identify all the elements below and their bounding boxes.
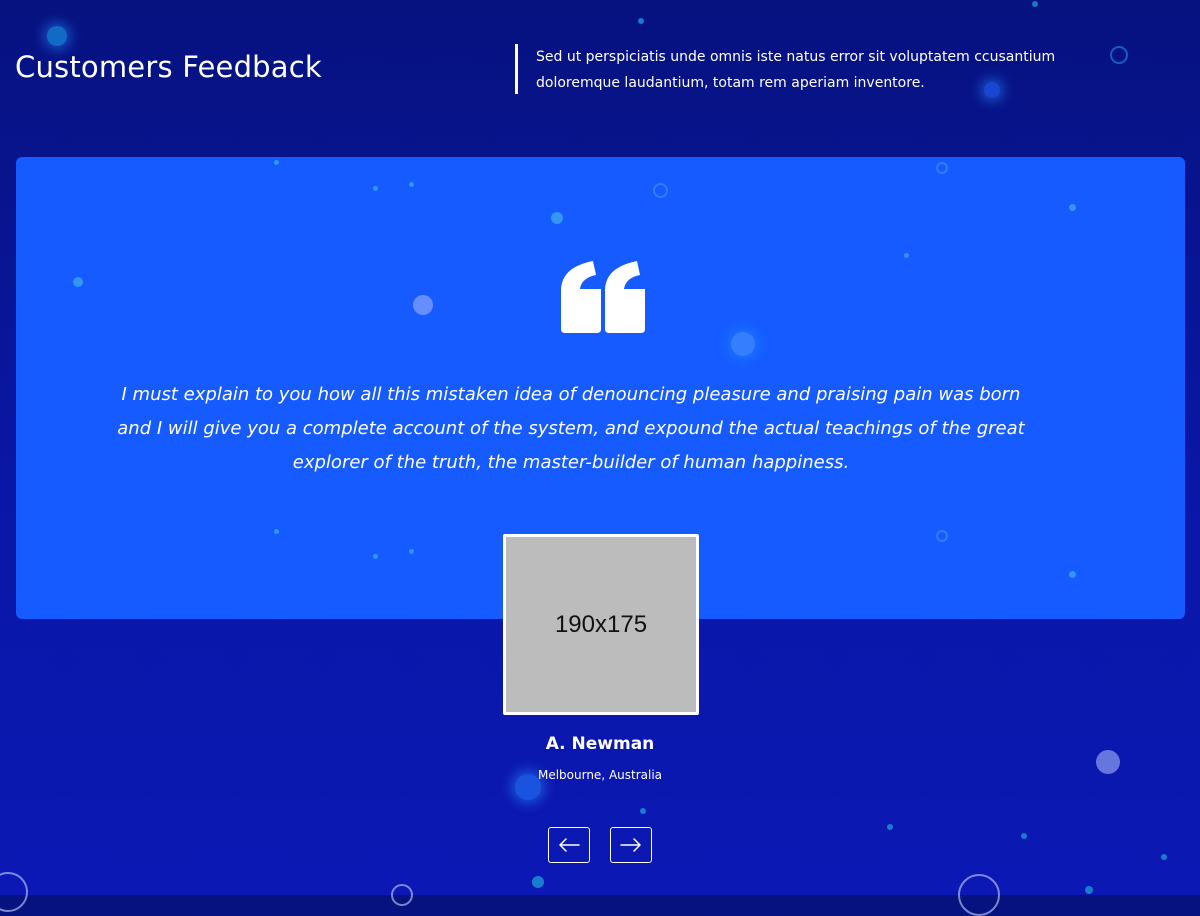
decorative-bubble — [409, 182, 414, 187]
customer-name: A. Newman — [545, 734, 655, 754]
decorative-ring — [653, 183, 668, 198]
decorative-bubble — [274, 160, 279, 165]
decorative-bubble — [1032, 1, 1038, 7]
section-intro: Sed ut perspiciatis unde omnis iste natu… — [515, 44, 1075, 94]
decorative-bubble — [1085, 886, 1093, 894]
decorative-bubble — [1021, 833, 1027, 839]
previous-testimonial-button[interactable] — [548, 827, 590, 863]
decorative-bubble — [904, 253, 909, 258]
decorative-ring — [0, 872, 28, 912]
quote-icon — [561, 261, 645, 333]
arrow-right-icon — [620, 838, 641, 852]
testimonial-text: I must explain to you how all this mista… — [117, 384, 1025, 473]
decorative-bubble — [373, 554, 378, 559]
decorative-bubble — [551, 212, 563, 224]
decorative-ring — [391, 884, 413, 906]
decorative-bubble — [1069, 204, 1076, 211]
avatar-placeholder-label: 190x175 — [554, 610, 648, 638]
decorative-bubble — [887, 824, 893, 830]
decorative-bubble — [47, 26, 67, 46]
next-testimonial-button[interactable] — [610, 827, 652, 863]
decorative-ring — [1110, 46, 1128, 64]
decorative-ring — [958, 874, 1000, 916]
decorative-bubble — [640, 808, 646, 814]
section-title: Customers Feedback — [15, 50, 322, 84]
customer-location: Melbourne, Australia — [537, 768, 663, 782]
decorative-ring — [936, 162, 948, 174]
decorative-bubble — [1069, 571, 1076, 578]
decorative-bubble — [532, 876, 544, 888]
decorative-bubble — [638, 18, 644, 24]
decorative-bubble — [373, 186, 378, 191]
decorative-ring — [936, 530, 948, 542]
decorative-bubble — [413, 295, 433, 315]
decorative-bubble — [1161, 854, 1167, 860]
customer-avatar: 190x175 — [503, 534, 699, 715]
decorative-bubble — [274, 529, 279, 534]
decorative-bubble — [731, 332, 755, 356]
decorative-bubble — [409, 549, 414, 554]
arrow-left-icon — [559, 838, 580, 852]
decorative-bubble — [73, 277, 83, 287]
